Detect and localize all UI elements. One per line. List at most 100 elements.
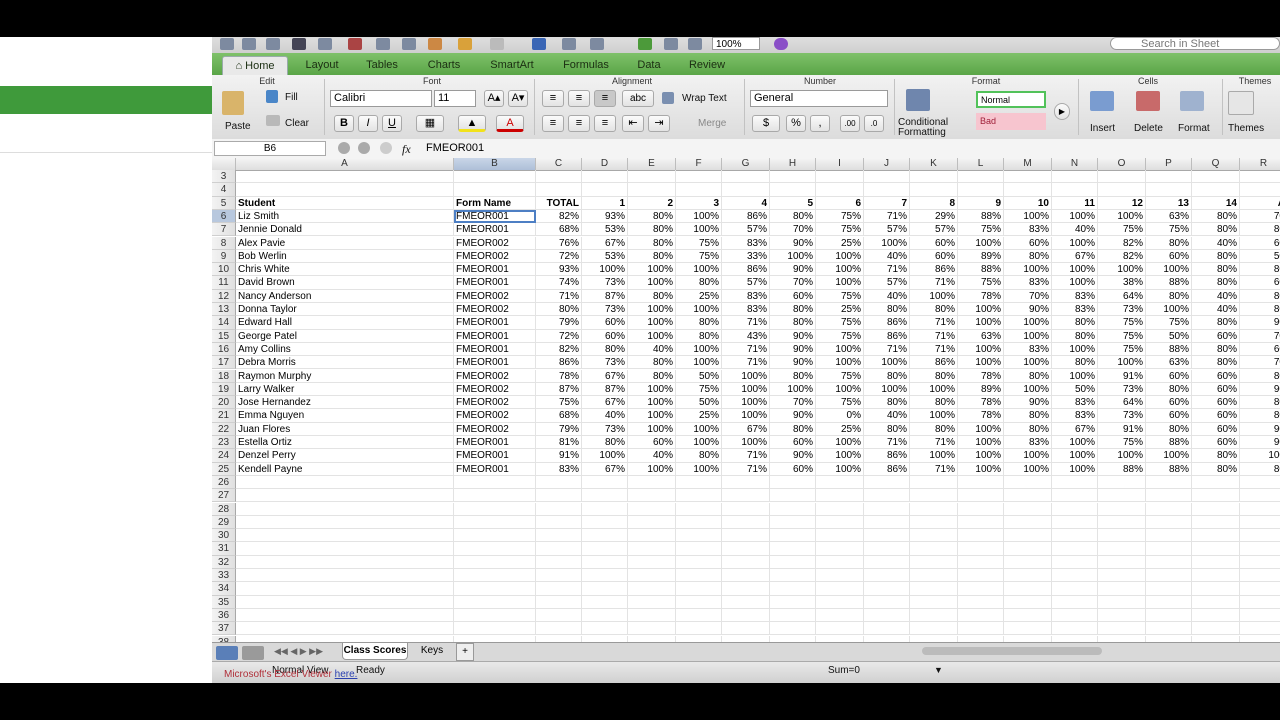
cell[interactable] <box>1098 515 1146 530</box>
cell[interactable]: 71% <box>910 462 958 476</box>
cell[interactable]: FMEOR002 <box>454 422 536 436</box>
cell[interactable] <box>1098 489 1146 503</box>
cell[interactable]: 40% <box>864 289 910 303</box>
cell[interactable] <box>864 529 910 543</box>
cell[interactable] <box>628 170 676 184</box>
cell[interactable]: 90% <box>770 449 816 463</box>
cell[interactable] <box>1052 542 1098 556</box>
cell[interactable] <box>770 622 816 636</box>
cell[interactable]: 71% <box>722 462 770 476</box>
cell[interactable]: 82% <box>536 209 582 224</box>
cell[interactable]: 64% <box>1098 396 1146 410</box>
cell[interactable]: 75% <box>816 369 864 383</box>
cell[interactable]: 100% <box>1052 436 1098 450</box>
cell[interactable] <box>910 502 958 516</box>
cell[interactable]: 25% <box>816 422 864 436</box>
cell[interactable]: 80% <box>1192 263 1240 277</box>
style-normal[interactable]: Normal <box>976 91 1046 108</box>
cell[interactable]: 80% <box>628 289 676 303</box>
cell[interactable]: Raymon Murphy <box>236 369 454 383</box>
cell[interactable] <box>454 183 536 197</box>
cell[interactable]: 90% <box>770 329 816 343</box>
cell[interactable]: 100% <box>722 409 770 423</box>
cell[interactable]: 80% <box>582 342 628 357</box>
eraser-icon[interactable] <box>266 115 280 126</box>
cell[interactable] <box>236 183 454 197</box>
align-bottom-button[interactable]: ≡ <box>594 90 616 107</box>
insert-cells-icon[interactable] <box>1090 91 1114 111</box>
cell[interactable]: 60% <box>1146 249 1192 264</box>
cell[interactable]: 40% <box>1192 303 1240 317</box>
bold-button[interactable]: B <box>334 115 354 132</box>
cell[interactable]: 80% <box>1052 329 1098 343</box>
row-header[interactable]: 16 <box>212 342 236 357</box>
cell[interactable]: 80% <box>628 356 676 370</box>
cell[interactable]: 100% <box>1052 209 1098 224</box>
cell[interactable] <box>454 569 536 583</box>
cell[interactable]: David Brown <box>236 276 454 290</box>
cell[interactable] <box>582 608 628 623</box>
cell[interactable]: 9 <box>958 196 1004 210</box>
cell[interactable] <box>958 529 1004 543</box>
cell[interactable]: 75% <box>1098 329 1146 343</box>
underline-button[interactable]: U <box>382 115 402 132</box>
insert-button[interactable]: Insert <box>1090 123 1115 134</box>
cell[interactable]: 80% <box>1146 422 1192 436</box>
cell[interactable]: 100% <box>722 369 770 383</box>
cell[interactable]: 70 <box>1240 210 1280 224</box>
text-orientation-button[interactable]: abc <box>622 90 654 107</box>
cell[interactable]: 83% <box>1004 223 1052 237</box>
cell[interactable] <box>628 622 676 636</box>
cell[interactable]: FMEOR001 <box>454 223 536 237</box>
align-middle-button[interactable]: ≡ <box>568 90 590 107</box>
autosum-icon[interactable] <box>532 38 546 50</box>
cell[interactable]: 78% <box>958 409 1004 423</box>
cell[interactable]: 86% <box>864 449 910 463</box>
cell[interactable]: 100% <box>1052 276 1098 290</box>
cell[interactable]: 100% <box>816 382 864 397</box>
cell[interactable]: 70% <box>770 276 816 290</box>
cell[interactable]: 100% <box>1052 342 1098 357</box>
cell[interactable] <box>1146 622 1192 636</box>
tab-tables[interactable]: Tables <box>354 56 410 75</box>
cell[interactable] <box>722 489 770 503</box>
cell[interactable]: 79% <box>536 316 582 330</box>
cell[interactable] <box>770 489 816 503</box>
cell[interactable]: 80% <box>910 369 958 383</box>
cell[interactable] <box>722 582 770 596</box>
cell[interactable] <box>1098 183 1146 197</box>
cell[interactable] <box>536 170 582 184</box>
row-header[interactable]: 36 <box>212 608 236 623</box>
sheet-tab-class-scores[interactable]: Class Scores <box>342 643 408 660</box>
cell[interactable] <box>536 542 582 556</box>
cell[interactable] <box>454 170 536 184</box>
cell[interactable]: 60% <box>1146 369 1192 383</box>
cell[interactable] <box>1004 595 1052 609</box>
search-input[interactable]: Search in Sheet <box>1110 37 1280 50</box>
cell[interactable]: 72% <box>536 249 582 264</box>
cell[interactable]: 80 <box>1240 409 1280 423</box>
cell[interactable] <box>1192 582 1240 596</box>
cell[interactable] <box>1052 170 1098 184</box>
cell[interactable]: 100% <box>958 422 1004 436</box>
cell[interactable] <box>1146 475 1192 490</box>
cell[interactable]: 57% <box>722 223 770 237</box>
cell[interactable]: 53% <box>582 249 628 264</box>
cell[interactable]: 100% <box>676 223 722 237</box>
cell[interactable]: 100% <box>910 382 958 397</box>
cell[interactable]: 60 <box>1240 237 1280 250</box>
cell[interactable]: 80% <box>1146 236 1192 250</box>
cell[interactable] <box>1192 475 1240 490</box>
cell[interactable]: 80% <box>628 236 676 250</box>
tab-smartart[interactable]: SmartArt <box>480 56 544 75</box>
cell[interactable]: 88% <box>958 209 1004 224</box>
cell[interactable]: 86% <box>864 462 910 476</box>
cell[interactable] <box>1052 608 1098 623</box>
cell[interactable] <box>1146 582 1192 596</box>
cell[interactable] <box>628 529 676 543</box>
tab-formulas[interactable]: Formulas <box>554 56 618 75</box>
copy-icon[interactable] <box>376 38 390 50</box>
cell[interactable] <box>1098 475 1146 490</box>
cell[interactable] <box>816 569 864 583</box>
cell[interactable]: 100% <box>628 263 676 277</box>
